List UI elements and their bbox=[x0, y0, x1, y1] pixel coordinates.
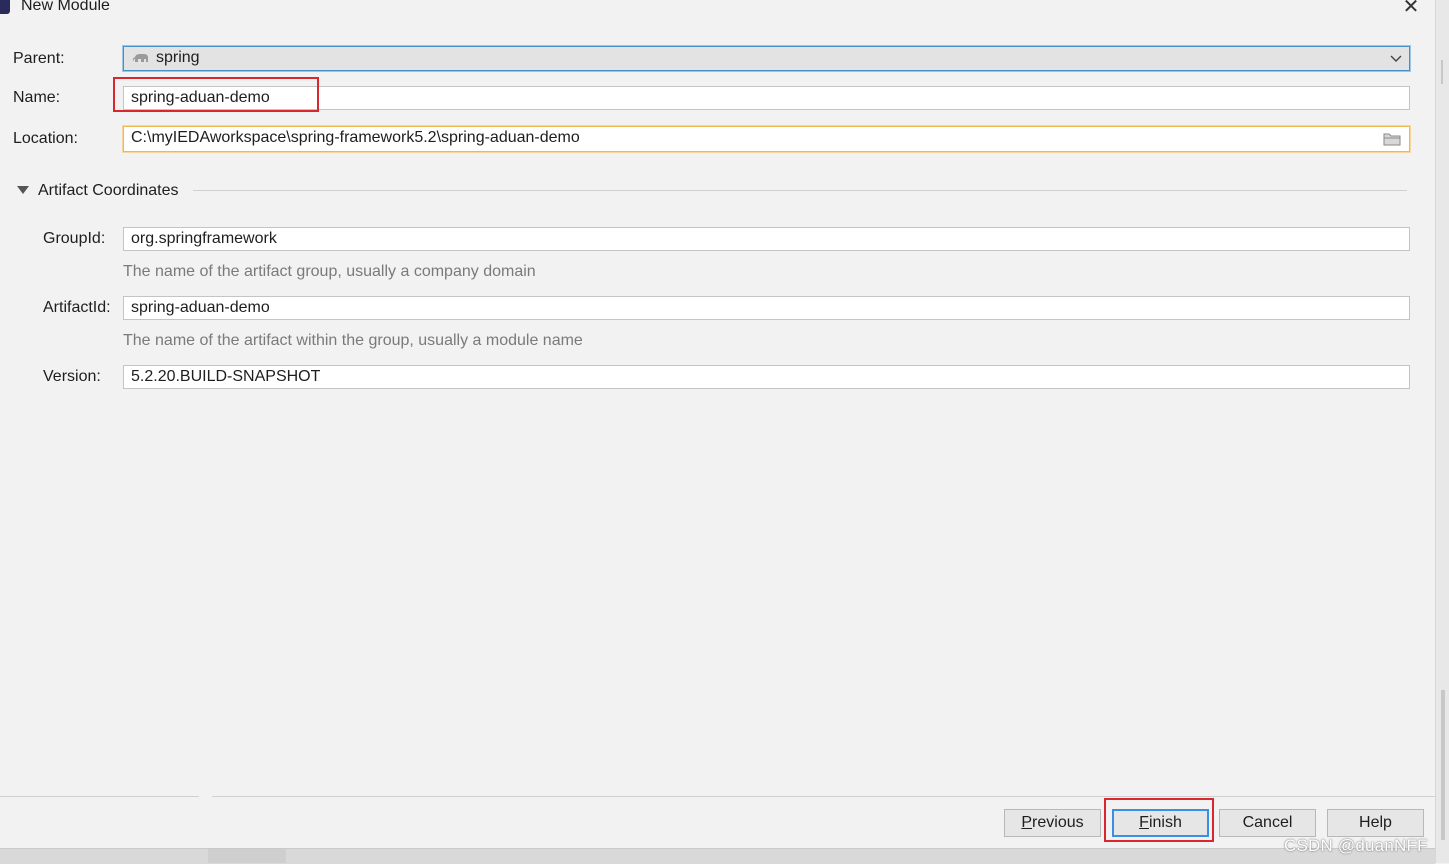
background-scroll-mark bbox=[1441, 690, 1445, 840]
groupid-input[interactable]: org.springframework bbox=[123, 227, 1410, 251]
parent-combobox[interactable]: spring bbox=[123, 46, 1410, 71]
background-scroll-mark bbox=[1441, 60, 1443, 84]
close-icon[interactable]: ✕ bbox=[1400, 0, 1422, 18]
app-icon bbox=[0, 0, 10, 14]
name-label: Name: bbox=[13, 89, 61, 106]
location-input[interactable]: C:\myIEDAworkspace\spring-framework5.2\s… bbox=[123, 126, 1410, 152]
window-title: New Module bbox=[21, 0, 110, 14]
watermark: CSDN @duanNFF bbox=[1284, 836, 1428, 855]
previous-label: revious bbox=[1032, 814, 1084, 831]
title-bar: New Module ✕ bbox=[0, 0, 1435, 22]
previous-mnemonic: P bbox=[1021, 814, 1033, 831]
triangle-down-icon[interactable] bbox=[17, 186, 29, 194]
version-label: Version: bbox=[43, 368, 101, 385]
location-value: C:\myIEDAworkspace\spring-framework5.2\s… bbox=[131, 129, 580, 146]
artifactid-label: ArtifactId: bbox=[43, 299, 111, 316]
section-title[interactable]: Artifact Coordinates bbox=[38, 182, 179, 200]
cancel-button[interactable]: Cancel bbox=[1219, 809, 1316, 837]
elephant-icon bbox=[133, 54, 148, 62]
section-divider bbox=[193, 190, 1407, 191]
groupid-hint: The name of the artifact group, usually … bbox=[123, 263, 536, 280]
background-taskbar-tab bbox=[208, 849, 286, 863]
parent-value: spring bbox=[156, 49, 200, 66]
name-highlight-box bbox=[113, 77, 319, 112]
help-button[interactable]: Help bbox=[1327, 809, 1424, 837]
groupid-label: GroupId: bbox=[43, 230, 106, 247]
folder-icon[interactable] bbox=[1383, 132, 1401, 146]
version-input[interactable]: 5.2.20.BUILD-SNAPSHOT bbox=[123, 365, 1410, 389]
chevron-down-icon bbox=[1390, 55, 1402, 62]
parent-label: Parent: bbox=[13, 50, 65, 67]
footer-divider bbox=[212, 796, 1435, 797]
finish-highlight-box bbox=[1104, 798, 1214, 842]
artifactid-input[interactable]: spring-aduan-demo bbox=[123, 296, 1410, 320]
artifactid-hint: The name of the artifact within the grou… bbox=[123, 332, 583, 349]
footer-divider bbox=[0, 796, 199, 797]
location-label: Location: bbox=[13, 130, 78, 147]
previous-button[interactable]: Previous bbox=[1004, 809, 1101, 837]
